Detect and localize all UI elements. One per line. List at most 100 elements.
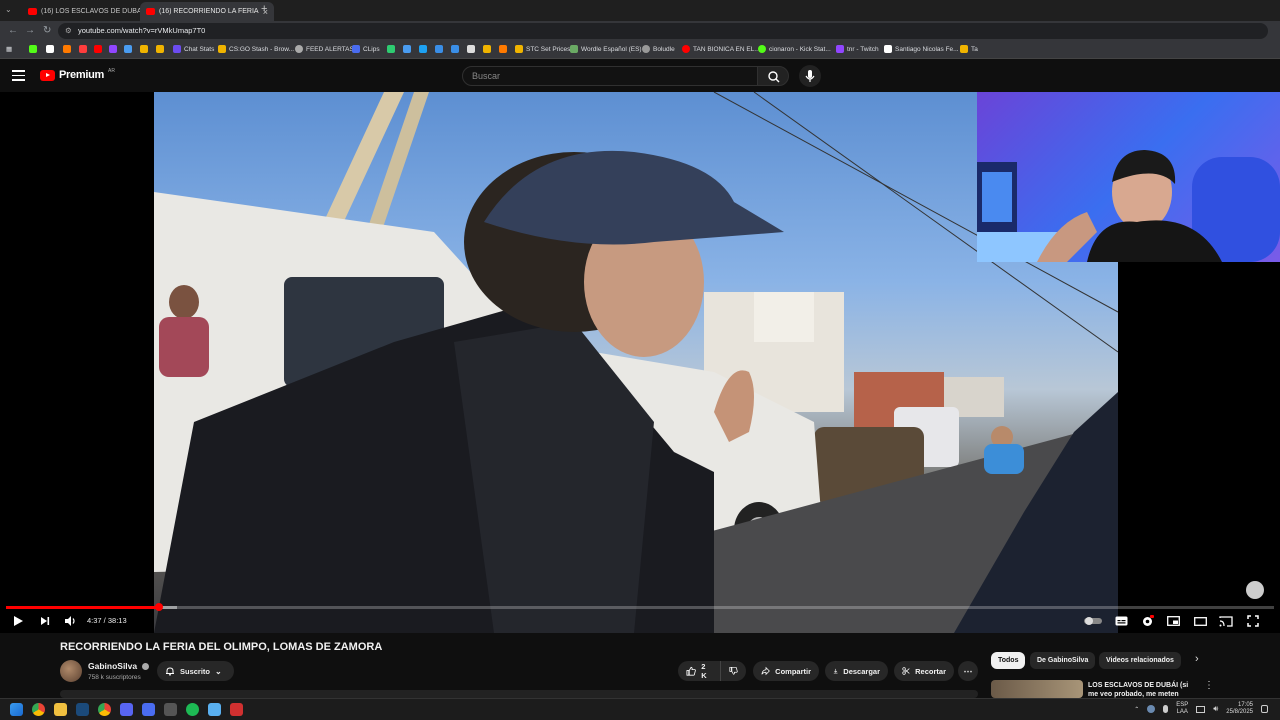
video-player[interactable] — [0, 92, 1280, 633]
url-field[interactable]: ⚙ youtube.com/watch?v=rVMkUmap7T0 — [58, 23, 1268, 39]
chrome-alt-icon[interactable] — [98, 703, 111, 716]
volume-icon — [64, 616, 75, 626]
bookmark-icon-q[interactable] — [499, 45, 507, 53]
app-icon-grey[interactable] — [164, 703, 177, 716]
chevron-right-icon[interactable]: › — [1195, 653, 1199, 665]
subscribed-button[interactable]: Suscrito ⌄ — [157, 661, 234, 681]
channel-name[interactable]: GabinoSilva — [88, 661, 149, 671]
bookmark-icon-d[interactable] — [94, 45, 102, 53]
forward-icon[interactable]: → — [25, 25, 35, 36]
chip-all[interactable]: Todos — [991, 652, 1026, 669]
chip-related[interactable]: Videos relacionados — [1099, 652, 1181, 669]
app-icon-red[interactable] — [230, 703, 243, 716]
lang-indicator[interactable]: ESP LAA — [1176, 702, 1188, 716]
chrome-icon[interactable] — [32, 703, 45, 716]
miniplayer-button[interactable] — [1165, 613, 1181, 629]
monitor-icon[interactable] — [1196, 705, 1206, 713]
volume-button[interactable] — [62, 613, 78, 629]
more-actions-button[interactable]: ⋯ — [958, 661, 978, 681]
recommended-thumbnail[interactable] — [991, 680, 1083, 698]
youtube-favicon-icon — [146, 8, 155, 15]
bookmark-icon-p[interactable] — [483, 45, 491, 53]
recommended-menu-icon[interactable]: ⋮ — [1204, 680, 1214, 691]
back-icon[interactable]: ← — [8, 25, 18, 36]
bookmark-boludle[interactable]: Boludle — [642, 45, 675, 53]
bookmark-icon-h[interactable] — [156, 45, 164, 53]
dislike-button[interactable] — [720, 661, 746, 681]
fullscreen-icon — [1247, 615, 1259, 627]
like-button[interactable]: 2 K — [678, 661, 720, 681]
app-icon-lightblue[interactable] — [208, 703, 221, 716]
browser-tab-bar: ⌄ (16) LOS ESCLAVOS DE DUBÁI ( × (16) RE… — [0, 0, 1280, 21]
bookmark-tan-bionica[interactable]: TAN BIONICA EN EL... — [682, 45, 760, 53]
bookmark-ta[interactable]: Ta — [960, 45, 978, 53]
bookmark-icon-a[interactable] — [46, 45, 54, 53]
cast-icon — [1219, 615, 1233, 627]
time-display: 4:37 / 38:13 — [87, 616, 127, 625]
voice-search-button[interactable] — [799, 65, 821, 87]
bookmark-tnr-twitch[interactable]: tnr - Twitch — [836, 45, 879, 53]
chip-from-channel[interactable]: De GabinoSilva — [1030, 652, 1096, 669]
play-button[interactable] — [10, 613, 26, 629]
chevron-up-icon[interactable]: ⌃ — [1134, 706, 1139, 713]
theater-mode-button[interactable] — [1192, 613, 1208, 629]
bookmark-icon-l[interactable] — [419, 45, 427, 53]
speaker-icon[interactable]: 🔊︎ — [1213, 704, 1218, 714]
tab-list-icon[interactable]: ⌄ — [5, 5, 12, 14]
bookmark-icon-k[interactable] — [29, 45, 37, 53]
tab-los-esclavos[interactable]: (16) LOS ESCLAVOS DE DUBÁI ( × — [22, 2, 156, 21]
avatar-watermark-icon[interactable] — [1246, 581, 1264, 599]
next-button[interactable] — [37, 613, 53, 629]
tab-recorriendo[interactable]: (16) RECORRIENDO LA FERIA D × — [140, 2, 274, 21]
clock[interactable]: 17:05 25/8/2025 — [1226, 702, 1253, 716]
subtitles-button[interactable] — [1113, 613, 1129, 629]
bookmark-santiago[interactable]: Santiago Nicolas Fe... — [884, 45, 959, 53]
new-tab-button[interactable]: + — [261, 3, 267, 15]
play-icon — [14, 616, 23, 626]
discord-icon[interactable] — [120, 703, 133, 716]
bookmark-icon-c[interactable] — [79, 45, 87, 53]
hamburger-menu-icon[interactable] — [12, 70, 25, 81]
channel-avatar[interactable] — [60, 660, 82, 682]
search-button[interactable] — [757, 66, 789, 86]
bookmark-icon-n[interactable] — [451, 45, 459, 53]
bookmark-icon-i[interactable] — [387, 45, 395, 53]
search-input[interactable]: Buscar — [462, 66, 758, 86]
steam-tray-icon[interactable] — [1147, 705, 1156, 713]
progress-bar[interactable] — [6, 603, 1274, 611]
download-button[interactable]: Descargar — [825, 661, 888, 681]
settings-button[interactable] — [1139, 613, 1155, 629]
autoplay-toggle[interactable] — [1083, 613, 1103, 629]
windows-start-icon[interactable] — [10, 703, 23, 716]
bookmark-wordle[interactable]: Wordle Español (ES) — [570, 45, 642, 53]
bookmark-icon-o[interactable] — [467, 45, 475, 53]
clip-button[interactable]: Recortar — [894, 661, 954, 681]
bookmark-icon-j[interactable] — [403, 45, 411, 53]
file-explorer-icon[interactable] — [54, 703, 67, 716]
site-info-icon[interactable]: ⚙ — [65, 23, 72, 39]
bookmark-icon-m[interactable] — [435, 45, 443, 53]
bookmark-csgo-stash[interactable]: CS:GO Stash - Brow... — [218, 45, 294, 53]
bookmark-stc-set-prices[interactable]: STC Set Prices — [515, 45, 570, 53]
bookmark-clips[interactable]: CLips — [352, 45, 380, 53]
bookmark-chat-stats[interactable]: Chat Stats — [173, 45, 214, 53]
bookmark-feed-alertas[interactable]: FEED ALERTAS — [295, 45, 354, 53]
bookmark-icon-e[interactable] — [109, 45, 117, 53]
recommended-title[interactable]: LOS ESCLAVOS DE DUBÁI (si me veo probado… — [1088, 681, 1198, 699]
mic-tray-icon[interactable] — [1163, 705, 1169, 713]
youtube-premium-logo[interactable]: Premium AR — [40, 68, 115, 81]
fullscreen-button[interactable] — [1245, 613, 1261, 629]
notification-icon[interactable] — [1261, 705, 1268, 713]
share-button[interactable]: Compartir — [753, 661, 819, 681]
apps-icon[interactable]: ▦ — [6, 45, 12, 53]
steam-icon[interactable] — [76, 703, 89, 716]
video-frame[interactable] — [154, 92, 1118, 633]
app-icon-blue[interactable] — [142, 703, 155, 716]
bookmark-icon-b[interactable] — [63, 45, 71, 53]
reload-icon[interactable]: ↻ — [43, 25, 51, 36]
cast-button[interactable] — [1218, 613, 1234, 629]
bookmark-icon-g[interactable] — [140, 45, 148, 53]
spotify-icon[interactable] — [186, 703, 199, 716]
bookmark-kick-stats[interactable]: cionaron - Kick Stat... — [758, 45, 831, 53]
bookmark-icon-f[interactable] — [124, 45, 132, 53]
